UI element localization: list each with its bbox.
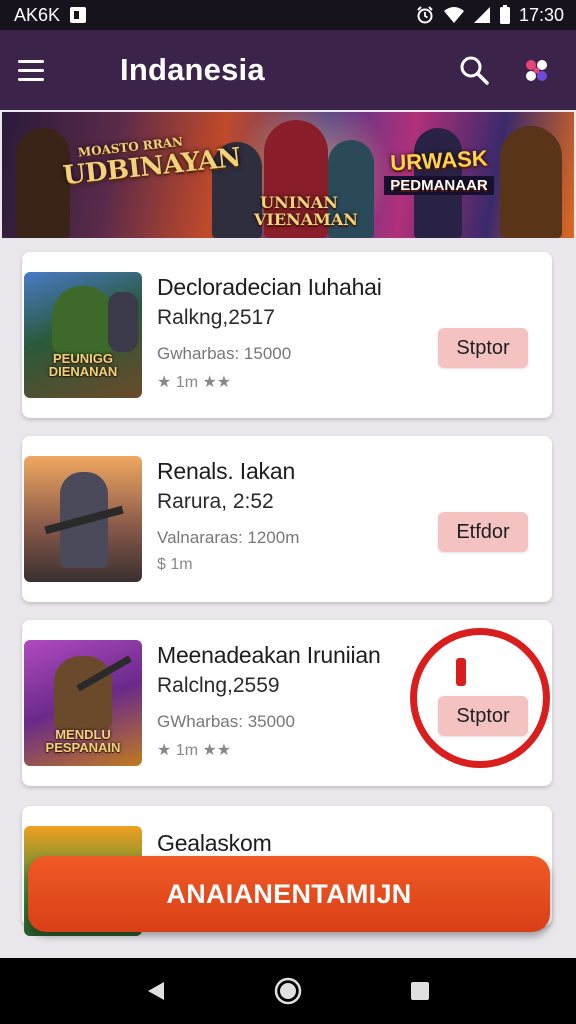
recents-button[interactable]	[395, 966, 445, 1016]
signal-icon	[473, 7, 490, 23]
apps-icon	[526, 60, 547, 81]
menu-button[interactable]	[18, 40, 78, 100]
search-button[interactable]	[456, 52, 492, 88]
menu-icon-line	[18, 59, 44, 63]
back-button[interactable]	[131, 966, 181, 1016]
battery-icon	[499, 5, 510, 24]
thumbnail-character	[54, 656, 112, 730]
notification-icon	[70, 7, 87, 23]
status-bar: AK6K 17:30	[0, 0, 576, 30]
page-title: Indanesia	[120, 52, 265, 87]
item-rank: Ralkng,2517	[157, 306, 275, 329]
status-right: 17:30	[415, 5, 564, 26]
alarm-icon	[417, 6, 433, 24]
primary-cta-button[interactable]: ANAIANENTAMIJN	[28, 856, 550, 932]
item-meta: Valnararas: 1200m	[157, 528, 300, 547]
item-rating: $ 1m	[157, 556, 193, 573]
game-thumbnail: MENDLU PESPANAIN	[24, 640, 142, 766]
item-meta: Gwharbas: 15000	[157, 344, 292, 363]
banner-character	[500, 126, 562, 238]
promo-banner[interactable]: MOASTO RRAN UDBINAYAN UNINAN VIENAMAN UR…	[2, 112, 574, 238]
banner-title-right-big: URWASK	[389, 145, 489, 176]
game-thumbnail	[24, 456, 142, 582]
system-nav-bar	[0, 958, 576, 1024]
thumbnail-character	[52, 286, 114, 356]
back-icon	[148, 982, 164, 1000]
thumbnail-label: PEUNIGG DIENANAN	[48, 351, 118, 379]
list-item[interactable]: MENDLU PESPANAIN Meenadeakan Iruniian Ra…	[22, 620, 552, 786]
list-item[interactable]: PEUNIGG DIENANAN Decloradecian Iuhahai R…	[22, 252, 552, 418]
game-thumbnail: PEUNIGG DIENANAN	[24, 272, 142, 398]
thumbnail-label: MENDLU PESPANAIN	[45, 727, 121, 755]
list-item[interactable]: Renals. Iakan Rarura, 2:52 Valnararas: 1…	[22, 436, 552, 602]
app-bar: Indanesia	[0, 30, 576, 110]
status-carrier: AK6K	[14, 4, 61, 25]
item-title: Meenadeakan Iruniian	[157, 642, 381, 668]
recents-icon	[411, 982, 429, 1000]
highlight-mark	[456, 658, 466, 686]
banner-title-mid: UNINAN VIENAMAN	[254, 193, 358, 229]
item-rank: Ralclng,2559	[157, 674, 280, 697]
item-title: Gealaskom	[157, 830, 272, 856]
home-button[interactable]	[263, 966, 313, 1016]
status-time: 17:30	[518, 4, 564, 25]
search-icon	[460, 56, 489, 85]
item-rating: ★ 1m ★★	[157, 374, 232, 391]
app-bar-actions	[456, 52, 554, 88]
banner-character	[16, 128, 70, 238]
item-meta: GWharbas: 35000	[157, 712, 295, 731]
item-action-button[interactable]: Stptor	[438, 696, 528, 736]
item-title: Renals. Iakan	[157, 458, 296, 484]
status-left: AK6K	[14, 4, 87, 26]
banner-title-right-small: PEDMANAAR	[384, 176, 494, 195]
banner-title-left: MOASTO RRAN UDBINAYAN	[60, 133, 243, 192]
item-action-button[interactable]: Etfdor	[438, 512, 528, 552]
item-action-button[interactable]: Stptor	[438, 328, 528, 368]
thumbnail-character	[108, 292, 138, 352]
banner-title-right: URWASK PEDMANAAR	[384, 145, 494, 195]
item-title: Decloradecian Iuhahai	[157, 274, 382, 300]
home-icon	[274, 977, 302, 1005]
item-rating: ★ 1m ★★	[157, 742, 232, 759]
menu-icon-line	[18, 68, 44, 72]
apps-button[interactable]	[518, 52, 554, 88]
wifi-icon	[443, 7, 464, 23]
item-rank: Rarura, 2:52	[157, 490, 274, 513]
menu-icon-line	[18, 77, 44, 81]
